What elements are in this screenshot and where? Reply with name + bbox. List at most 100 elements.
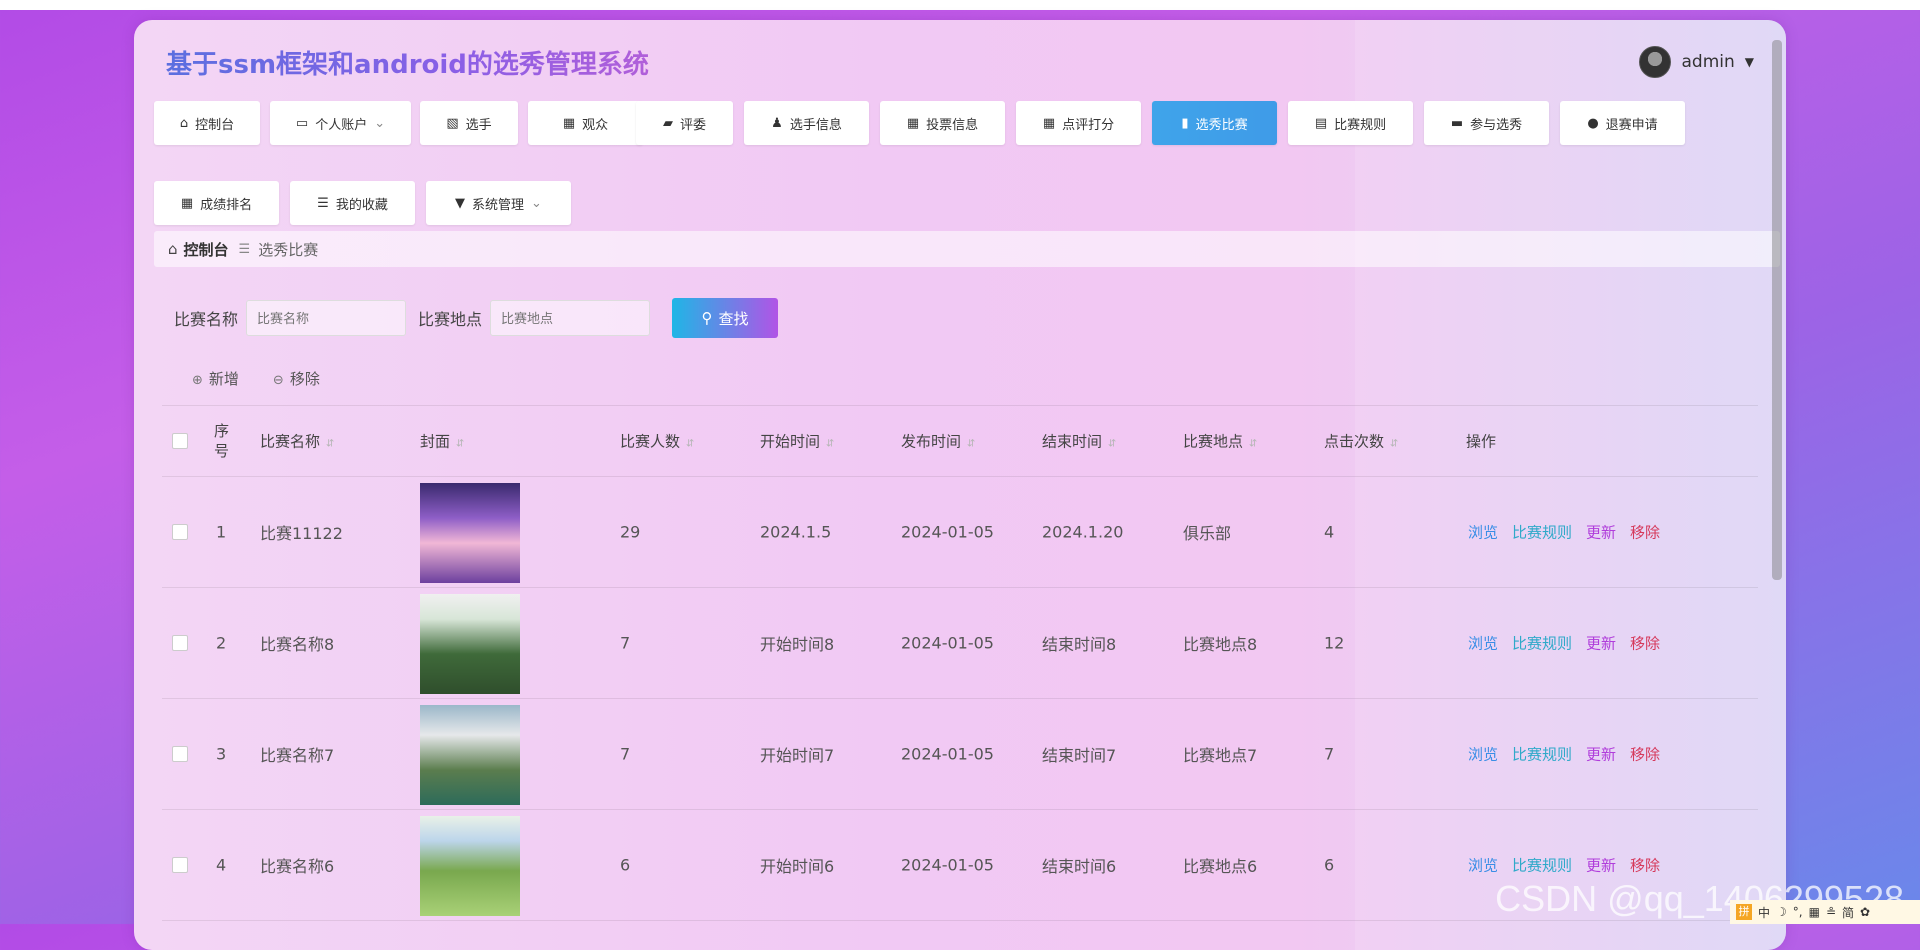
header-end[interactable]: 结束时间 ⇵ (1042, 431, 1116, 452)
view-link[interactable]: 浏览 (1468, 744, 1498, 765)
nav-competition[interactable]: ▮ 选秀比赛 (1152, 101, 1277, 145)
select-all-checkbox[interactable] (172, 433, 188, 449)
nav-audience[interactable]: ▦ 观众 (528, 101, 643, 145)
nav-join[interactable]: ▬ 参与选秀 (1424, 101, 1549, 145)
header-cover[interactable]: 封面 ⇵ (420, 431, 464, 452)
grid-icon: ▦ (1042, 115, 1056, 131)
name-search-input[interactable] (246, 300, 407, 336)
view-link[interactable]: 浏览 (1468, 855, 1498, 876)
row-clicks: 6 (1324, 855, 1335, 875)
table-header: 序号 比赛名称 ⇵ 封面 ⇵ 比赛人数 ⇵ 开始时间 ⇵ 发布时间 ⇵ 结束时间 ⇵ 比赛地… (162, 406, 1758, 476)
row-operations: 浏览 比赛规则 更新 移除 (1468, 633, 1660, 654)
avatar (1639, 46, 1672, 78)
remove-button[interactable]: ⊖ 移除 (273, 368, 320, 389)
place-search-input[interactable] (490, 300, 651, 336)
nav-review-score[interactable]: ▦ 点评打分 (1016, 101, 1141, 145)
nav-contestant[interactable]: ▧ 选手 (420, 101, 518, 145)
update-link[interactable]: 更新 (1586, 855, 1616, 876)
row-checkbox[interactable] (172, 857, 188, 873)
ime-item[interactable]: 简 (1842, 904, 1854, 921)
bar-chart-icon: ▮ (1181, 115, 1189, 131)
row-checkbox[interactable] (172, 635, 188, 651)
nav-rules[interactable]: ▤ 比赛规则 (1288, 101, 1413, 145)
table-row: 2 比赛名称8 7 开始时间8 2024-01-05 结束时间8 比赛地点8 1… (162, 588, 1758, 698)
row-clicks: 12 (1324, 633, 1345, 653)
header-place[interactable]: 比赛地点 ⇵ (1183, 431, 1257, 452)
nav-account[interactable]: ▭ 个人账户 ⌄ (270, 101, 411, 145)
ime-item[interactable]: 拼 (1736, 904, 1752, 920)
name-label: 比赛名称 (174, 310, 239, 329)
ticket-icon: ▬ (1450, 115, 1464, 131)
update-link[interactable]: 更新 (1586, 522, 1616, 543)
search-button[interactable]: ⚲ 查找 (672, 298, 779, 338)
nav-contestant-info[interactable]: ♟ 选手信息 (744, 101, 869, 145)
row-count: 7 (620, 744, 631, 764)
row-publish: 2024-01-05 (901, 522, 994, 542)
chevron-down-icon: ⌄ (531, 195, 542, 211)
header-no: 序号 (214, 422, 230, 460)
delete-link[interactable]: 移除 (1630, 855, 1660, 876)
header-publish[interactable]: 发布时间 ⇵ (901, 431, 975, 452)
breadcrumb: ⌂ 控制台 ☰ 选秀比赛 (154, 231, 1780, 267)
nav-dashboard[interactable]: ⌂ 控制台 (154, 101, 260, 145)
nav-system[interactable]: ▼ 系统管理 ⌄ (426, 181, 571, 225)
delete-link[interactable]: 移除 (1630, 522, 1660, 543)
home-icon: ⌂ (179, 115, 189, 131)
ime-item[interactable]: ▦ (1809, 905, 1820, 919)
header-clicks[interactable]: 点击次数 ⇵ (1324, 431, 1398, 452)
row-start: 2024.1.5 (760, 522, 832, 542)
rules-link[interactable]: 比赛规则 (1512, 855, 1572, 876)
ime-toolbar[interactable]: 拼中 ☽ °, ▦ ≗ 简 ✿ (1730, 900, 1920, 924)
row-place: 比赛地点8 (1183, 635, 1258, 654)
row-checkbox[interactable] (172, 524, 188, 540)
header-start[interactable]: 开始时间 ⇵ (760, 431, 834, 452)
row-cover-image (420, 816, 520, 916)
ime-item[interactable]: ☽ (1776, 905, 1787, 919)
row-name: 比赛名称6 (260, 857, 335, 876)
ime-item[interactable]: ≗ (1826, 905, 1836, 919)
delete-link[interactable]: 移除 (1630, 744, 1660, 765)
sort-icon: ⇵ (826, 438, 835, 450)
row-checkbox[interactable] (172, 746, 188, 762)
sort-icon: ⇵ (1249, 438, 1258, 450)
view-link[interactable]: 浏览 (1468, 522, 1498, 543)
ime-item[interactable]: 中 (1758, 904, 1770, 921)
table-body: 1 比赛11122 29 2024.1.5 2024-01-05 2024.1.… (162, 477, 1758, 921)
system-icon: ▼ (455, 195, 466, 211)
view-link[interactable]: 浏览 (1468, 633, 1498, 654)
rules-link[interactable]: 比赛规则 (1512, 522, 1572, 543)
nav-judge[interactable]: ▰ 评委 (636, 101, 733, 145)
rules-link[interactable]: 比赛规则 (1512, 633, 1572, 654)
top-strip (0, 0, 1920, 10)
ime-item[interactable]: °, (1793, 905, 1803, 919)
nav-withdraw[interactable]: ● 退赛申请 (1560, 101, 1685, 145)
rules-link[interactable]: 比赛规则 (1512, 744, 1572, 765)
row-no: 2 (216, 633, 227, 653)
ime-item[interactable]: ✿ (1860, 905, 1870, 919)
update-link[interactable]: 更新 (1586, 744, 1616, 765)
row-name: 比赛11122 (260, 524, 343, 543)
nav-ranking[interactable]: ▦ 成绩排名 (154, 181, 279, 225)
row-operations: 浏览 比赛规则 更新 移除 (1468, 744, 1660, 765)
breadcrumb-home[interactable]: 控制台 (184, 239, 229, 260)
row-publish: 2024-01-05 (901, 744, 994, 764)
row-cover-image (420, 705, 520, 805)
row-name: 比赛名称7 (260, 746, 335, 765)
row-operations: 浏览 比赛规则 更新 移除 (1468, 522, 1660, 543)
wallet-icon: ▰ (662, 115, 673, 131)
row-count: 29 (620, 522, 641, 542)
row-clicks: 4 (1324, 522, 1335, 542)
row-operations: 浏览 比赛规则 更新 移除 (1468, 855, 1660, 876)
row-end: 结束时间7 (1042, 746, 1117, 765)
nav-favorites[interactable]: ☰ 我的收藏 (290, 181, 415, 225)
add-button[interactable]: ⊕ 新增 (192, 368, 239, 389)
header-count[interactable]: 比赛人数 ⇵ (620, 431, 694, 452)
update-link[interactable]: 更新 (1586, 633, 1616, 654)
delete-link[interactable]: 移除 (1630, 633, 1660, 654)
competition-table: 序号 比赛名称 ⇵ 封面 ⇵ 比赛人数 ⇵ 开始时间 ⇵ 发布时间 ⇵ 结束时间 ⇵ 比赛地… (162, 405, 1758, 921)
row-clicks: 7 (1324, 744, 1335, 764)
user-menu[interactable]: admin ▼ (1639, 46, 1754, 78)
nav-vote-info[interactable]: ▦ 投票信息 (880, 101, 1005, 145)
header-name[interactable]: 比赛名称 ⇵ (260, 431, 334, 452)
scrollbar[interactable] (1772, 40, 1782, 580)
